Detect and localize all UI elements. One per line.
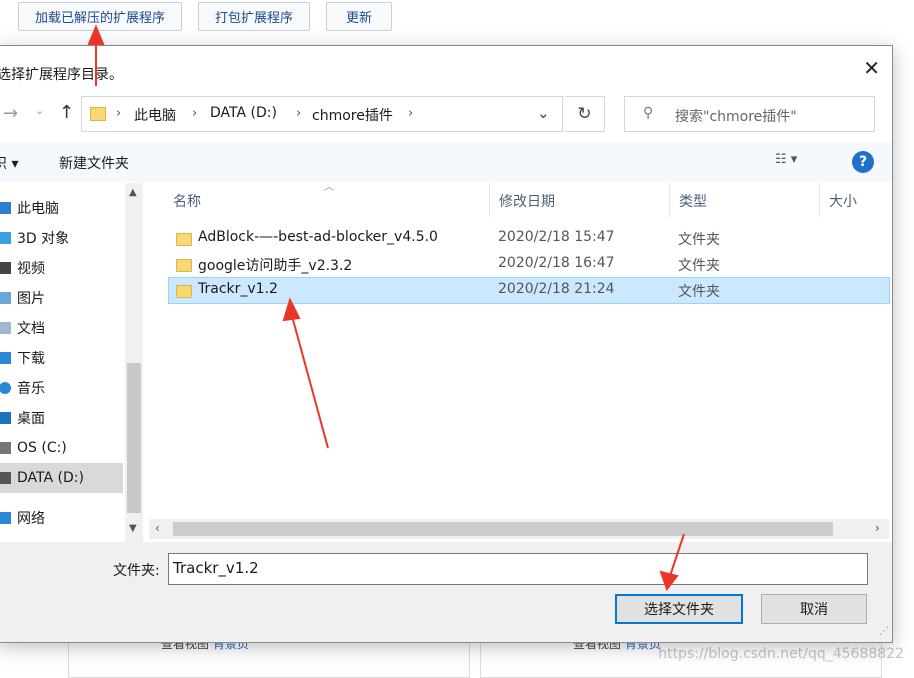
navigation-pane: 此电脑 3D 对象 视频 图片 文档 下载 音乐 桌面 OS (C:) DATA… [0,183,143,540]
crumb-data-drive[interactable]: DATA (D:) [210,105,277,121]
scroll-right-icon[interactable]: › [875,521,880,535]
column-divider[interactable] [819,183,820,217]
chevron-right-icon[interactable]: › [296,106,301,121]
scroll-down-icon[interactable]: ▼ [129,523,137,534]
pack-extension-button[interactable]: 打包扩展程序 [198,2,310,31]
file-date: 2020/2/18 21:24 [498,281,615,297]
cancel-button[interactable]: 取消 [761,594,867,624]
watermark: https://blog.csdn.net/qq_45688822 [658,646,904,662]
search-placeholder: 搜索"chmore插件" [675,109,797,125]
scroll-left-icon[interactable]: ‹ [155,521,160,535]
folder-input[interactable]: Trackr_v1.2 [168,553,868,585]
nav-item[interactable]: 桌面 [0,403,123,433]
scroll-thumb[interactable] [173,522,833,536]
search-input[interactable]: ⚲ 搜索"chmore插件" [624,96,875,132]
address-bar[interactable]: › 此电脑 › DATA (D:) › chmore插件 › ⌄ [81,96,563,132]
nav-item[interactable]: 下载 [0,343,123,373]
nav-item[interactable]: 3D 对象 [0,223,123,253]
folder-icon [176,233,192,246]
update-button[interactable]: 更新 [326,2,392,31]
nav-item[interactable]: 音乐 [0,373,123,403]
up-icon[interactable]: ↑ [59,102,74,123]
sort-ascending-icon: ︿ [324,182,334,193]
refresh-icon[interactable]: ↻ [565,96,605,132]
view-options-icon[interactable]: ☷ ▾ [775,152,797,167]
nav-item[interactable]: OS (C:) [0,433,123,463]
nav-item-selected[interactable]: DATA (D:) [0,463,123,493]
search-icon: ⚲ [643,105,654,121]
resize-grip-icon[interactable]: ⋰ [879,626,889,637]
folder-icon [176,285,192,298]
extension-card: 查看视图 背景页 [68,637,470,678]
folder-icon [176,259,192,272]
nav-item[interactable]: 网络 [0,503,123,533]
nav-item[interactable]: 图片 [0,283,123,313]
folder-picker-dialog: 选择扩展程序目录。 ✕ → ⌄ ↑ › 此电脑 › DATA (D:) › ch… [0,45,893,643]
file-name: google访问助手_v2.3.2 [198,258,353,274]
file-row[interactable]: AdBlock-—-best-ad-blocker_v4.5.0 2020/2/… [168,226,890,252]
file-row[interactable]: google访问助手_v2.3.2 2020/2/18 16:47 文件夹 [168,252,890,278]
new-folder-button[interactable]: 新建文件夹 [59,153,129,173]
file-date: 2020/2/18 16:47 [498,255,615,271]
recent-chevron-icon[interactable]: ⌄ [35,104,44,117]
nav-item[interactable]: 此电脑 [0,193,123,223]
nav-scrollbar[interactable]: ▲ ▼ [125,183,143,542]
load-unpacked-button[interactable]: 加载已解压的扩展程序 [18,2,182,31]
nav-item[interactable]: 文档 [0,313,123,343]
file-row-selected[interactable]: Trackr_v1.2 2020/2/18 21:24 文件夹 [168,277,890,304]
chevron-right-icon[interactable]: › [192,106,197,121]
column-divider[interactable] [669,183,670,217]
file-name: AdBlock-—-best-ad-blocker_v4.5.0 [198,229,438,245]
file-date: 2020/2/18 15:47 [498,229,615,245]
crumb-this-pc[interactable]: 此电脑 [134,105,176,125]
file-type: 文件夹 [678,284,720,300]
chevron-right-icon[interactable]: › [116,106,121,121]
nav-item[interactable]: 视频 [0,253,123,283]
file-type: 文件夹 [678,258,720,274]
close-icon[interactable]: ✕ [863,58,880,78]
column-date[interactable]: 修改日期 [499,191,555,211]
forward-icon[interactable]: → [3,103,18,124]
file-type: 文件夹 [678,232,720,248]
column-divider[interactable] [489,183,490,217]
scroll-thumb[interactable] [127,363,141,513]
command-bar: 组织 ▾ 新建文件夹 ☷ ▾ ? [0,142,892,182]
chevron-right-icon[interactable]: › [408,106,413,121]
crumb-chmore[interactable]: chmore插件 [312,105,393,125]
extensions-toolbar: 加载已解压的扩展程序 打包扩展程序 更新 [0,0,914,44]
column-name[interactable]: 名称 [173,191,201,211]
organize-menu[interactable]: 组织 ▾ [0,153,18,173]
chevron-down-icon[interactable]: ⌄ [537,104,550,122]
dialog-title: 选择扩展程序目录。 [0,67,123,83]
folder-field-label: 文件夹: [113,563,160,579]
column-type[interactable]: 类型 [679,191,707,211]
scroll-up-icon[interactable]: ▲ [129,187,137,198]
file-name: Trackr_v1.2 [198,281,278,297]
horizontal-scrollbar[interactable]: ‹ › [149,519,889,539]
select-folder-button[interactable]: 选择文件夹 [615,594,743,624]
folder-icon [90,107,106,121]
column-size[interactable]: 大小 [829,191,857,211]
help-icon[interactable]: ? [852,151,874,173]
